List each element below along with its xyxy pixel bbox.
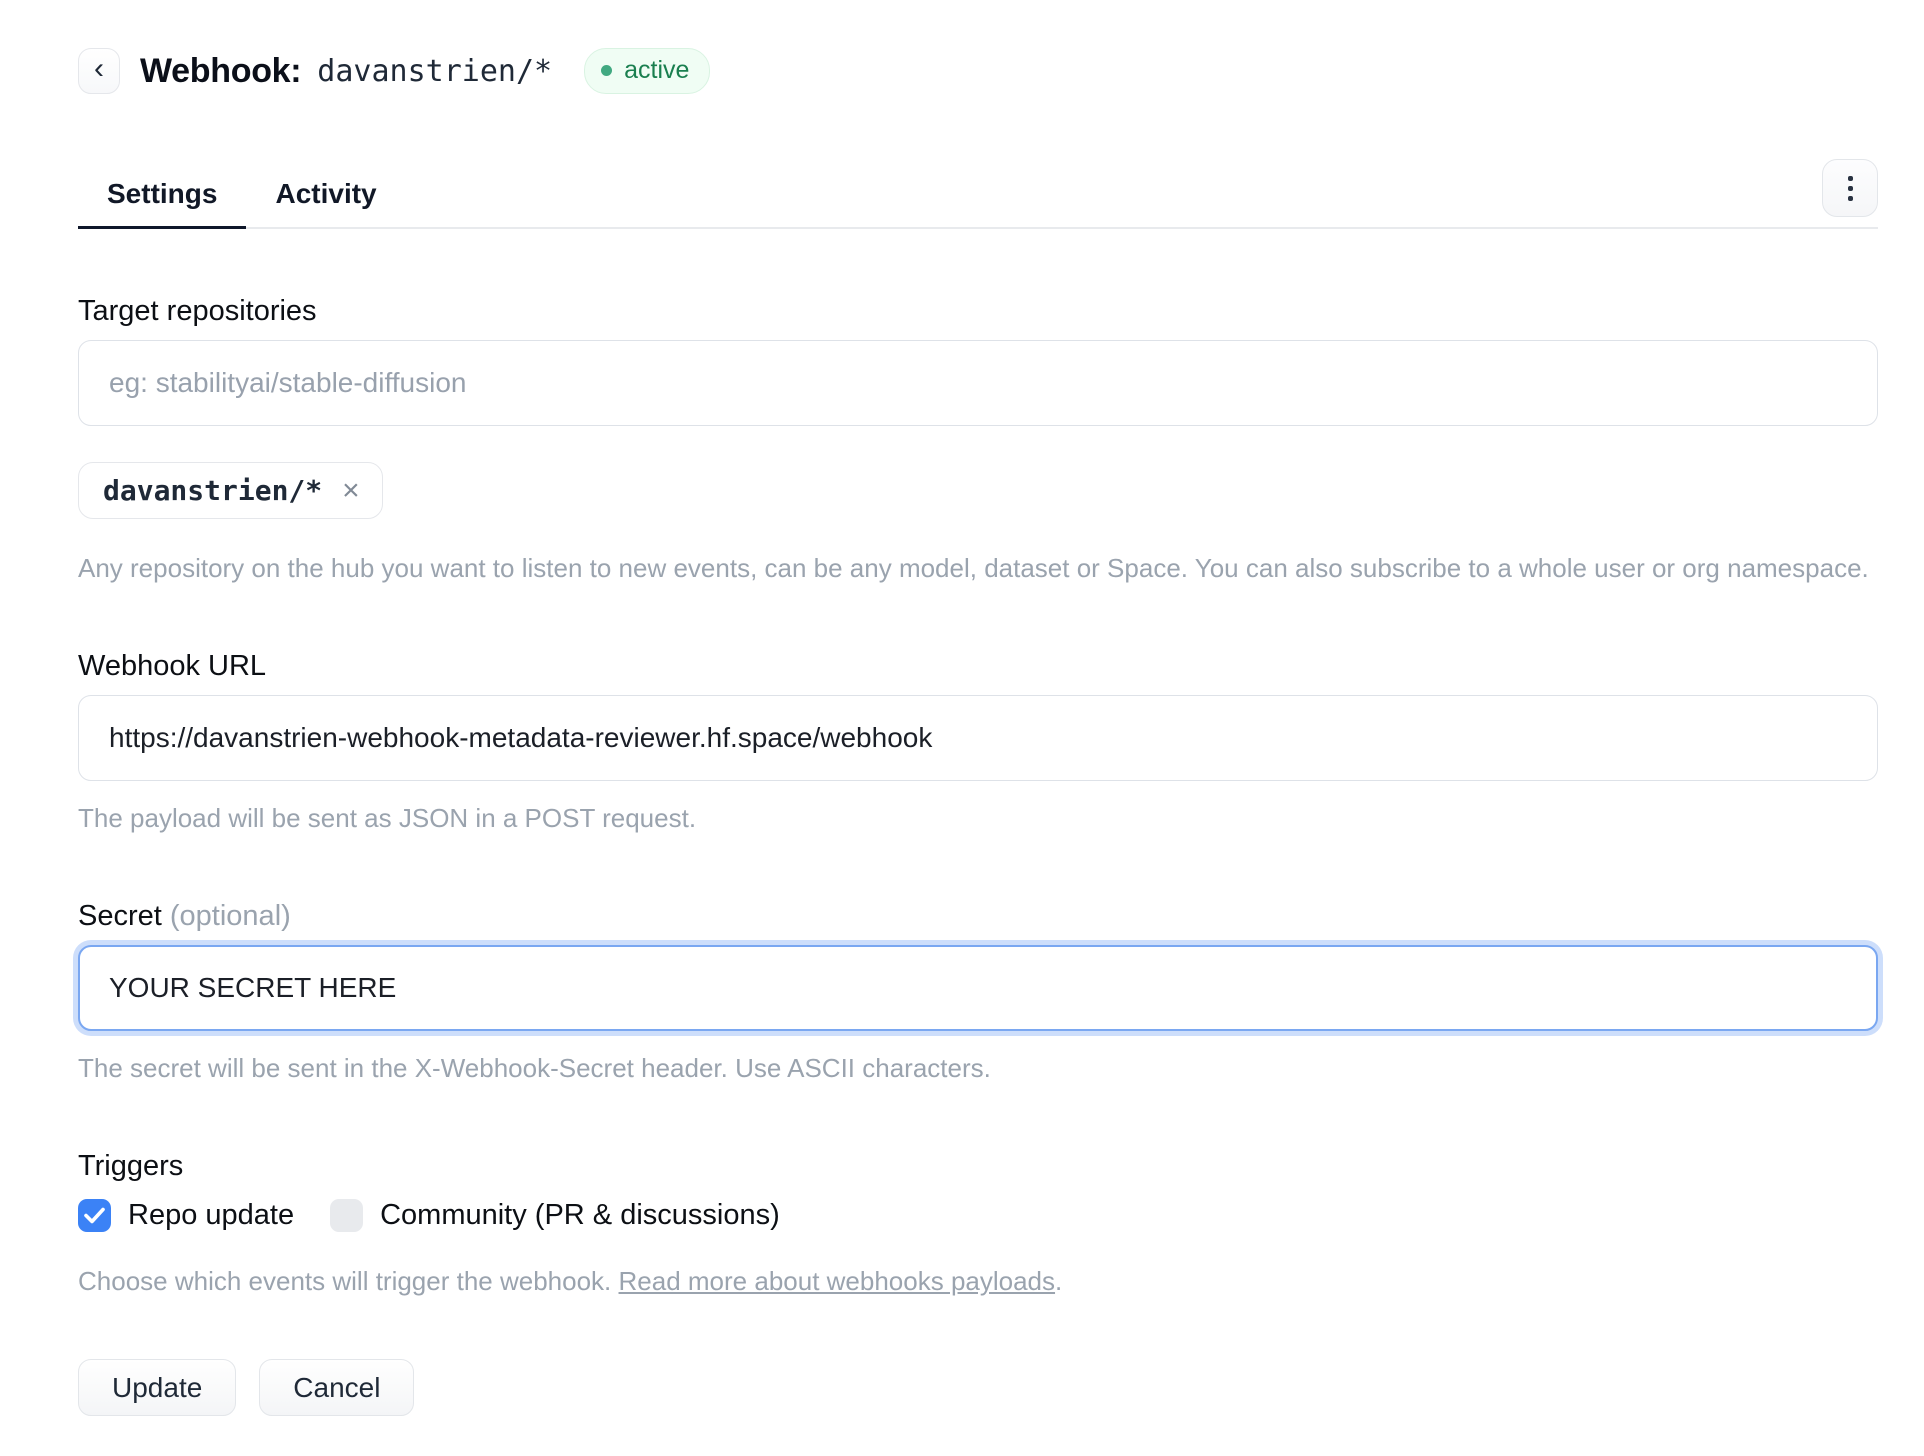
checkbox-repo-update[interactable] — [78, 1199, 111, 1232]
active-dot-icon — [601, 65, 612, 76]
repo-tag-label: davanstrien/* — [103, 474, 322, 507]
chevron-left-icon: ‹ — [94, 54, 104, 84]
tag-row: davanstrien/* × — [78, 462, 1878, 519]
target-repositories-label: Target repositories — [78, 295, 1878, 328]
webhooks-payloads-link[interactable]: Read more about webhooks payloads — [619, 1266, 1056, 1296]
tab-settings[interactable]: Settings — [78, 178, 246, 227]
triggers-help: Choose which events will trigger the web… — [78, 1266, 1878, 1297]
target-repositories-input[interactable] — [78, 340, 1878, 426]
kebab-menu-icon — [1848, 176, 1853, 181]
status-badge-label: active — [624, 56, 689, 85]
tab-bar: Settings Activity — [78, 178, 1878, 229]
trigger-community-label: Community (PR & discussions) — [380, 1199, 780, 1232]
secret-optional-label: (optional) — [170, 900, 291, 932]
trigger-community[interactable]: Community (PR & discussions) — [330, 1199, 780, 1232]
secret-help: The secret will be sent in the X-Webhook… — [78, 1053, 1878, 1084]
trigger-repo-update[interactable]: Repo update — [78, 1199, 294, 1232]
tab-activity[interactable]: Activity — [246, 178, 405, 227]
trigger-options: Repo update Community (PR & discussions) — [78, 1199, 1878, 1232]
update-button[interactable]: Update — [78, 1359, 236, 1416]
secret-label: Secret (optional) — [78, 900, 1878, 933]
webhook-settings-page: ‹ Webhook: davanstrien/* active Settings… — [0, 0, 1924, 1456]
back-button[interactable]: ‹ — [78, 48, 120, 94]
webhook-url-label: Webhook URL — [78, 650, 1878, 683]
secret-input[interactable] — [78, 945, 1878, 1031]
page-header: ‹ Webhook: davanstrien/* active — [78, 48, 1878, 94]
checkbox-community[interactable] — [330, 1199, 363, 1232]
repo-tag: davanstrien/* × — [78, 462, 383, 519]
status-badge: active — [584, 48, 710, 94]
trigger-repo-update-label: Repo update — [128, 1199, 294, 1232]
more-options-button[interactable] — [1822, 159, 1878, 217]
webhook-name: davanstrien/* — [317, 54, 552, 89]
triggers-label: Triggers — [78, 1150, 1878, 1183]
form-actions: Update Cancel — [78, 1359, 1878, 1416]
page-title: Webhook: — [140, 52, 301, 91]
webhook-url-help: The payload will be sent as JSON in a PO… — [78, 803, 1878, 834]
webhook-url-input[interactable] — [78, 695, 1878, 781]
cancel-button[interactable]: Cancel — [259, 1359, 414, 1416]
remove-tag-icon[interactable]: × — [342, 476, 360, 506]
checkmark-icon — [84, 1207, 105, 1224]
target-repositories-help: Any repository on the hub you want to li… — [78, 553, 1878, 584]
